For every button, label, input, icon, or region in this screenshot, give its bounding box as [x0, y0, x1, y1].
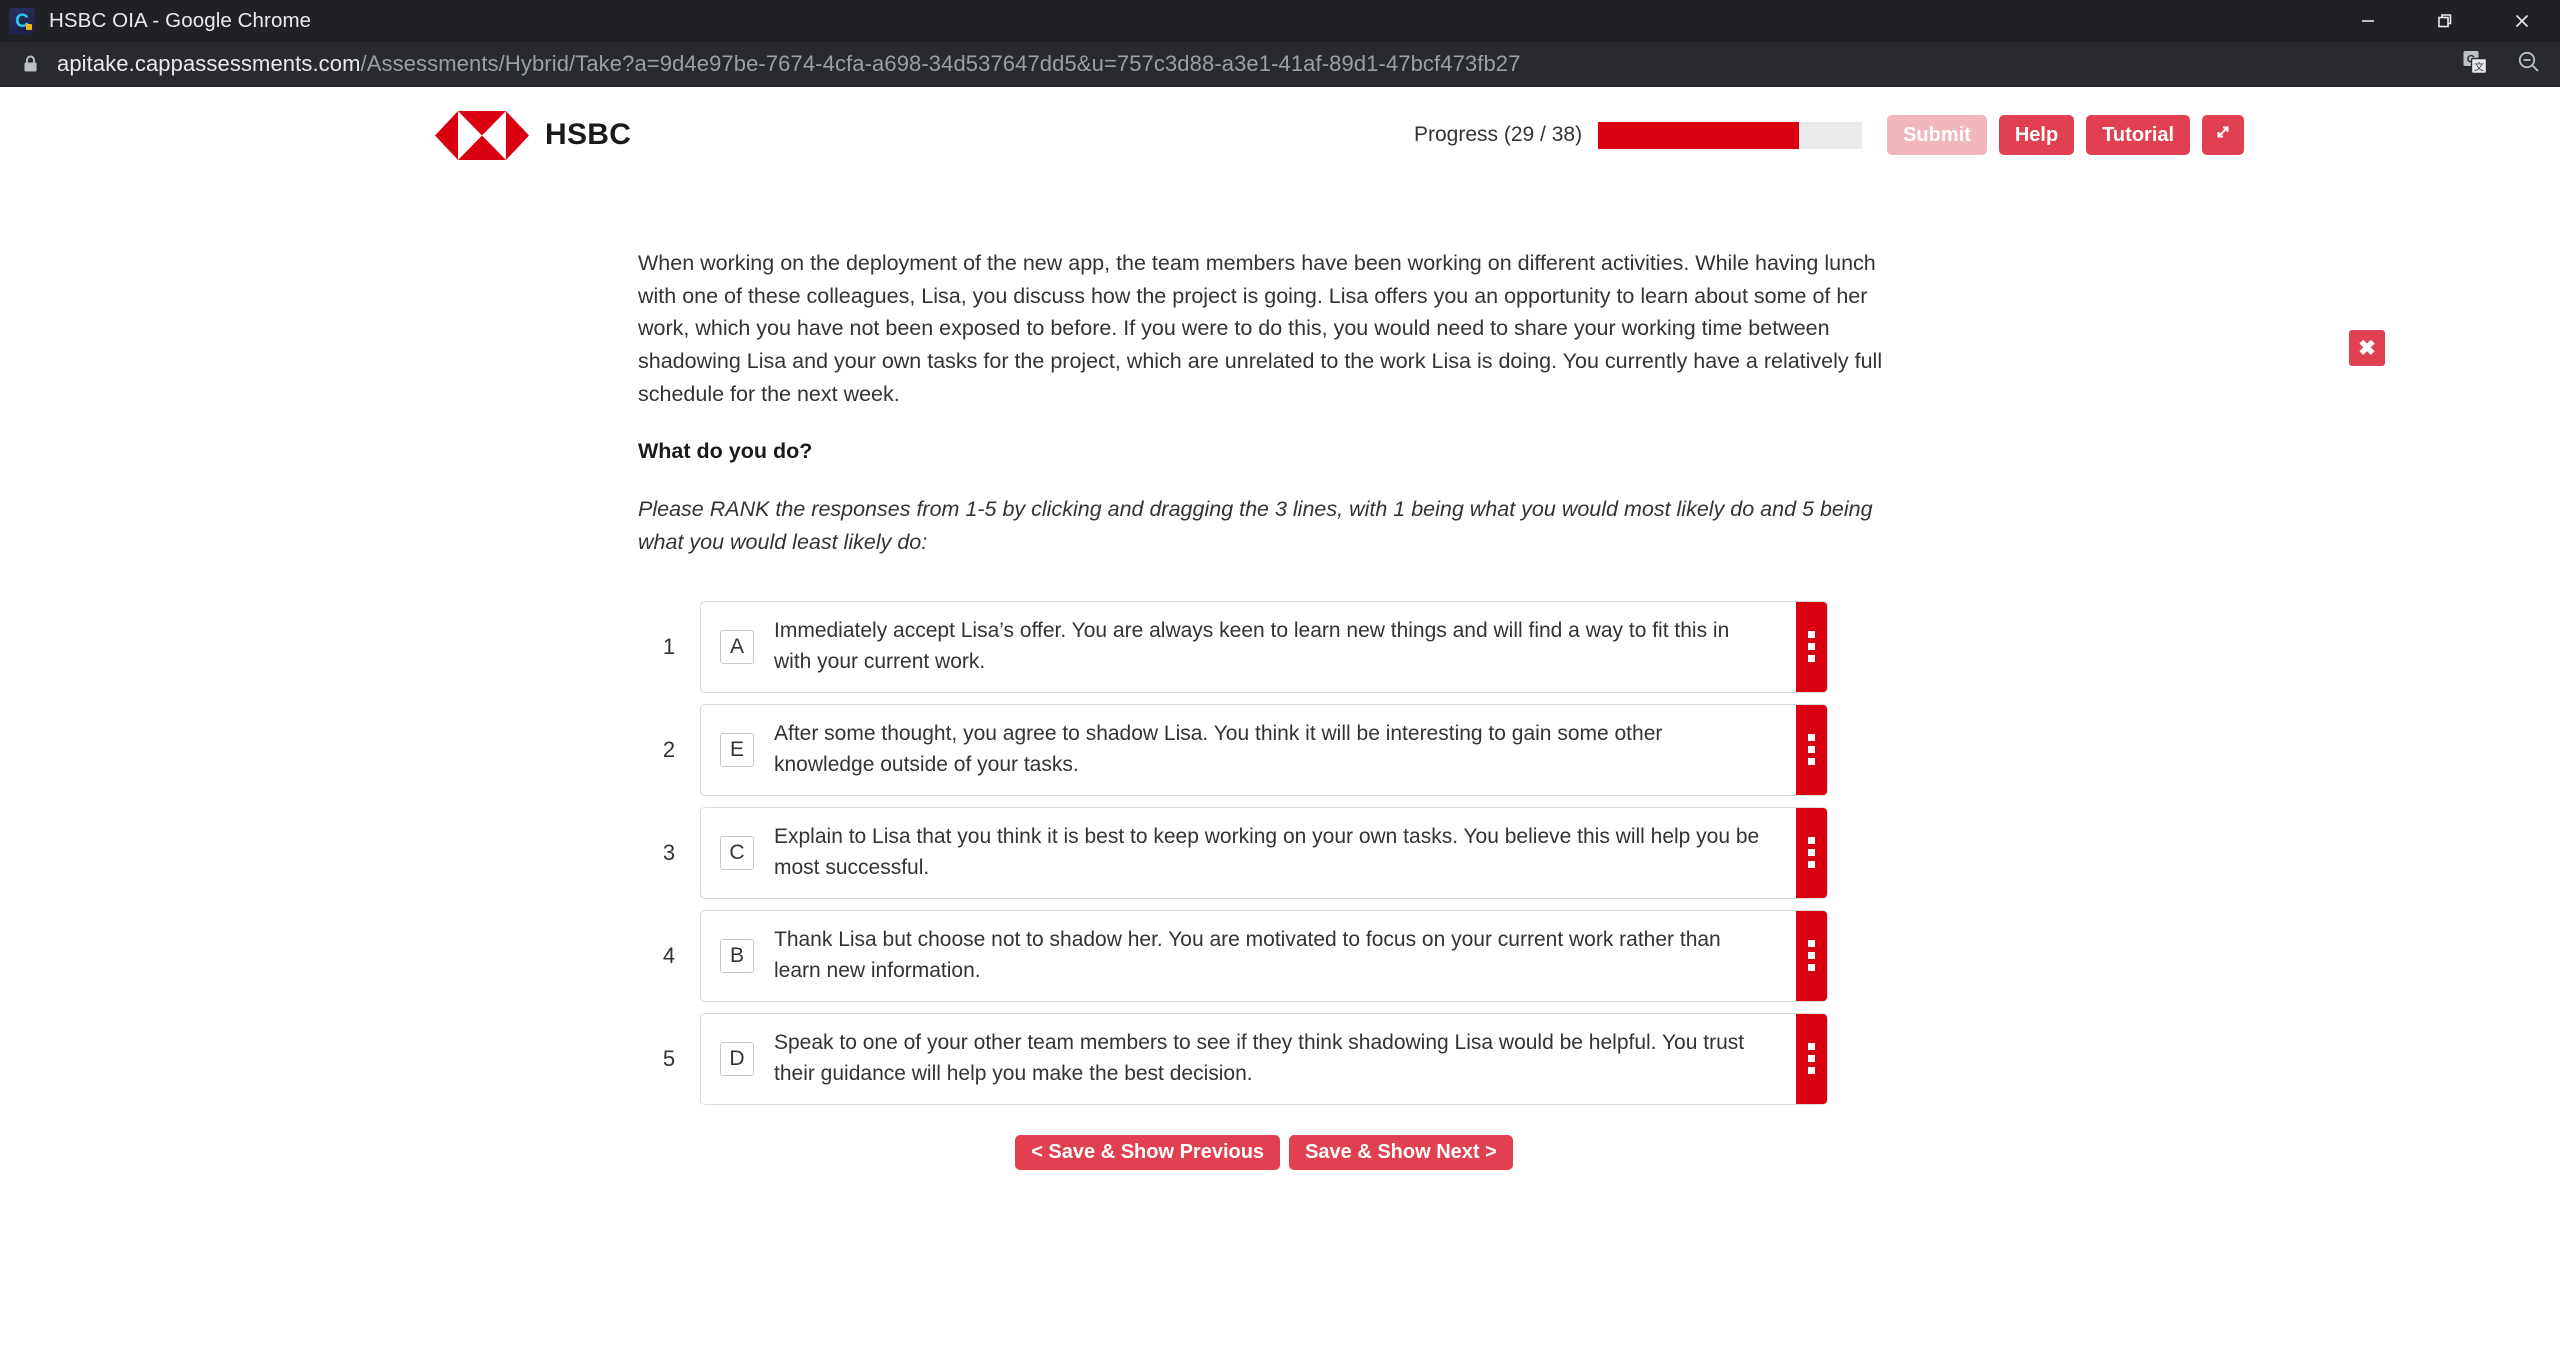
- url-path: /Assessments/Hybrid/Take?a=9d4e97be-7674…: [360, 51, 1521, 76]
- tutorial-button[interactable]: Tutorial: [2086, 115, 2191, 155]
- rank-number: 3: [662, 839, 676, 865]
- drag-handle-icon[interactable]: [1796, 1013, 1827, 1104]
- tab-favicon-icon: C: [9, 8, 35, 34]
- navigation-buttons: < Save & Show Previous Save & Show Next …: [638, 1134, 1828, 1170]
- svg-text:文: 文: [2474, 61, 2484, 74]
- option-letter-box: B: [720, 938, 754, 973]
- hsbc-wordmark: HSBC: [545, 118, 632, 151]
- minimize-button[interactable]: [2329, 0, 2406, 42]
- window-controls: [2329, 0, 2560, 42]
- rank-number: 2: [662, 736, 676, 762]
- drag-handle-icon[interactable]: [1796, 807, 1827, 898]
- expand-arrows-icon: [2213, 122, 2233, 148]
- rank-row: 5 D Speak to one of your other team member…: [638, 1012, 1828, 1105]
- google-translate-icon[interactable]: G 文: [2462, 49, 2488, 80]
- option-letter-box: A: [720, 629, 754, 664]
- chrome-browser-window: C HSBC OIA - Google Chrome apitake.cappa…: [0, 0, 2560, 1356]
- restore-button[interactable]: [2406, 0, 2483, 42]
- question-prompt: What do you do?: [638, 439, 813, 464]
- rank-row: 1 A Immediately accept Lisa’s offer. You a…: [638, 600, 1828, 693]
- rank-option-card[interactable]: E After some thought, you agree to shadow…: [700, 703, 1828, 796]
- option-text: Explain to Lisa that you think it is bes…: [774, 824, 1760, 879]
- option-text: Thank Lisa but choose not to shadow her.…: [774, 927, 1721, 982]
- hsbc-hexagon-logo-icon: [435, 110, 529, 161]
- rank-number: 4: [662, 942, 676, 968]
- expand-fullscreen-button[interactable]: [2202, 115, 2245, 155]
- window-title: HSBC OIA - Google Chrome: [49, 9, 312, 32]
- browser-titlebar: C HSBC OIA - Google Chrome: [0, 0, 2560, 42]
- save-show-previous-button[interactable]: < Save & Show Previous: [1015, 1134, 1281, 1170]
- rank-option-card[interactable]: A Immediately accept Lisa’s offer. You ar…: [700, 600, 1828, 693]
- rank-option-card[interactable]: C Explain to Lisa that you think it is be…: [700, 806, 1828, 899]
- progress-bar-fill: [1598, 121, 1799, 149]
- rank-row: 3 C Explain to Lisa that you think it is b…: [638, 806, 1828, 899]
- assessment-header: HSBC Progress (29 / 38) Submit Help Tuto…: [0, 87, 2560, 183]
- ranking-instruction: Please RANK the responses from 1-5 by cl…: [638, 497, 1873, 555]
- address-bar-actions: G 文: [2462, 42, 2542, 87]
- option-letter-box: C: [720, 835, 754, 870]
- rank-number: 5: [662, 1045, 676, 1071]
- help-button[interactable]: Help: [1998, 115, 2075, 155]
- hsbc-brand: HSBC: [435, 110, 631, 161]
- progress-bar: [1598, 121, 1863, 149]
- rank-row: 4 B Thank Lisa but choose not to shadow he…: [638, 909, 1828, 1002]
- assessment-content: When working on the deployment of the ne…: [0, 183, 2560, 1170]
- zoom-out-icon[interactable]: [2516, 49, 2542, 80]
- rank-option-card[interactable]: D Speak to one of your other team members…: [700, 1012, 1828, 1105]
- submit-button[interactable]: Submit: [1887, 115, 1987, 155]
- favicon-dot: [26, 24, 32, 30]
- header-controls: Progress (29 / 38) Submit Help Tutorial: [1414, 87, 2245, 183]
- option-text: Immediately accept Lisa’s offer. You are…: [774, 618, 1730, 673]
- option-text: After some thought, you agree to shadow …: [774, 721, 1663, 776]
- browser-address-bar[interactable]: apitake.cappassessments.com/Assessments/…: [0, 42, 2560, 87]
- progress-label: Progress (29 / 38): [1414, 123, 1583, 146]
- lock-icon: [22, 54, 39, 74]
- ranking-list: 1 A Immediately accept Lisa’s offer. You a…: [638, 600, 1828, 1105]
- scenario-text: When working on the deployment of the ne…: [638, 251, 1883, 406]
- rank-option-card[interactable]: B Thank Lisa but choose not to shadow her…: [700, 909, 1828, 1002]
- option-letter-box: E: [720, 732, 754, 767]
- rank-number: 1: [662, 633, 676, 659]
- rank-row: 2 E After some thought, you agree to shado…: [638, 703, 1828, 796]
- drag-handle-icon[interactable]: [1796, 704, 1827, 795]
- option-letter-box: D: [720, 1041, 754, 1076]
- drag-handle-icon[interactable]: [1796, 601, 1827, 692]
- url-text[interactable]: apitake.cappassessments.com/Assessments/…: [57, 51, 1520, 77]
- option-text: Speak to one of your other team members …: [774, 1030, 1745, 1085]
- url-host: apitake.cappassessments.com: [57, 51, 361, 76]
- close-panel-button[interactable]: ✖: [2349, 330, 2385, 366]
- save-show-next-button[interactable]: Save & Show Next >: [1289, 1134, 1513, 1170]
- close-window-button[interactable]: [2483, 0, 2560, 42]
- drag-handle-icon[interactable]: [1796, 910, 1827, 1001]
- assessment-page: HSBC Progress (29 / 38) Submit Help Tuto…: [0, 87, 2560, 1356]
